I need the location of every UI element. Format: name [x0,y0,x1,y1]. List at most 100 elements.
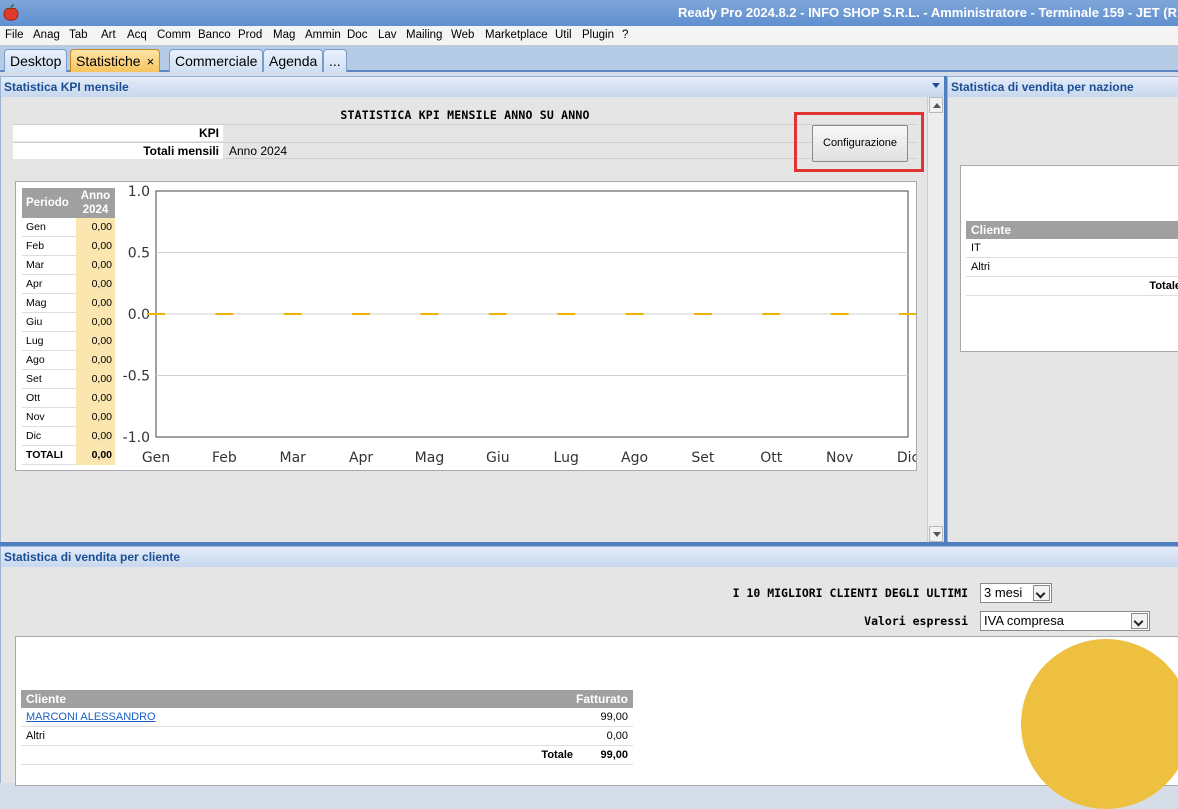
tab-label: Commerciale [175,53,258,69]
values-select[interactable]: IVA compresa [980,611,1150,631]
client-total-row: Totale 99,00 [21,746,633,765]
monthly-row: Ago 0,00 [22,351,115,370]
panel-menu-dropdown-icon[interactable] [932,83,940,88]
menu-mag[interactable]: Mag [273,29,295,41]
nation-total-label: Totale [1149,280,1178,292]
totals-value: Anno 2024 [229,144,288,158]
menu-acq[interactable]: Acq [127,29,147,41]
x-tick-label: Ott [760,450,783,466]
monthly-row: Set 0,00 [22,370,115,389]
x-tick-label: Gen [142,450,170,466]
scroll-up-button[interactable] [929,97,943,113]
nation-panel-title: Statistica di vendita per nazione [951,80,1134,94]
col-period: Periodo [26,197,69,209]
menu-comm[interactable]: Comm [157,29,191,41]
month-label: Giu [26,316,43,328]
x-tick-label: Giu [486,450,510,466]
chart-bar [762,313,781,315]
tab-statistiche[interactable]: Statistiche × [70,49,161,72]
month-label: Set [26,373,42,385]
nation-row: Altri [966,258,1178,277]
client-table-header: Cliente Fatturato [21,690,633,708]
tab-agenda[interactable]: Agenda [263,49,324,72]
menu-plugin[interactable]: Plugin [582,29,614,41]
monthly-row: Lug 0,00 [22,332,115,351]
monthly-row: Mag 0,00 [22,294,115,313]
chevron-down-icon[interactable] [1033,585,1050,601]
chart-bar [488,313,507,315]
x-tick-label: Ago [621,450,648,466]
menu-file[interactable]: File [5,29,24,41]
menu-lav[interactable]: Lav [378,29,397,41]
month-value: 0,00 [76,389,115,408]
month-label: Feb [26,240,45,252]
monthly-row: Ott 0,00 [22,389,115,408]
values-select-value: IVA compresa [984,613,1064,628]
chart-bar [215,313,234,315]
arrow-down-icon [933,532,941,537]
menu-prod[interactable]: Prod [238,29,262,41]
col-revenue: Fatturato [576,692,628,706]
menu-mailing[interactable]: Mailing [406,29,442,41]
nation-panel-header: Statistica di vendita per nazione [948,77,1178,97]
col-year: Anno 2024 [80,190,111,216]
kpi-panel: Statistica KPI mensile STATISTICA KPI ME… [0,76,946,544]
y-tick-label: 0.5 [128,246,150,262]
chart-bar [625,313,644,315]
kpi-panel-header: Statistica KPI mensile [1,77,945,97]
menu-tab[interactable]: Tab [69,29,88,41]
client-panel-title: Statistica di vendita per cliente [4,550,181,564]
menu-art[interactable]: Art [101,29,116,41]
menu-web[interactable]: Web [451,29,474,41]
scroll-down-button[interactable] [929,526,943,542]
month-value: 0,00 [76,237,115,256]
nation-row: IT [966,239,1178,258]
nation-table: Cliente IT Altri Totale [966,221,1178,296]
arrow-up-icon [933,103,941,108]
menu-ammin[interactable]: Ammin [305,29,341,41]
x-tick-label: Mag [415,450,445,466]
tab-more[interactable]: ... [323,49,347,72]
x-tick-label: Dic [897,450,916,466]
menu-anag[interactable]: Anag [33,29,60,41]
month-value: 0,00 [76,370,115,389]
nation-total-row: Totale [966,277,1178,296]
client-name-link[interactable]: MARCONI ALESSANDRO [26,711,156,723]
x-tick-label: Apr [349,450,373,466]
y-tick-label: -0.5 [123,369,150,385]
chart-bar [352,313,371,315]
month-value: 0,00 [76,351,115,370]
month-label: Apr [26,278,43,290]
monthly-row: Nov 0,00 [22,408,115,427]
month-label: Dic [26,430,42,442]
tab-label: Desktop [10,53,62,69]
menu-help[interactable]: ? [622,29,628,41]
month-label: Ott [26,392,41,404]
total-label: TOTALI [26,449,63,461]
client-row: Altri 0,00 [21,727,633,746]
client-panel-header: Statistica di vendita per cliente [1,547,1178,567]
tab-commerciale[interactable]: Commerciale [169,49,264,72]
y-tick-label: 1.0 [128,184,150,200]
close-tab-icon[interactable]: × [147,54,155,69]
period-select[interactable]: 3 mesi [980,583,1052,603]
menu-marketplace[interactable]: Marketplace [485,29,548,41]
kpi-vertical-scrollbar[interactable] [927,97,943,544]
month-label: Gen [26,221,46,233]
monthly-row: Apr 0,00 [22,275,115,294]
configurazione-button[interactable]: Configurazione [812,125,908,162]
chart-bar [420,313,439,315]
decorative-circle [1021,639,1178,809]
menu-banco[interactable]: Banco [198,29,231,41]
y-tick-label: -1.0 [123,430,150,446]
menu-doc[interactable]: Doc [347,29,367,41]
monthly-kpi-table: Periodo Anno 2024 Gen 0,00 Feb 0,00 Mar 0,00 A… [22,188,115,465]
top-clients-label: I 10 MIGLIORI CLIENTI DEGLI ULTIMI [732,586,968,600]
month-label: Mag [26,297,47,309]
menu-util[interactable]: Util [555,29,572,41]
month-value: 0,00 [76,218,115,237]
tab-desktop[interactable]: Desktop [4,49,68,72]
client-table: Cliente Fatturato MARCONI ALESSANDRO 99,… [21,690,633,765]
menu-bar: File Anag Tab Art Acq Comm Banco Prod Mag Ammin Do… [0,26,1178,46]
chevron-down-icon[interactable] [1131,613,1148,629]
